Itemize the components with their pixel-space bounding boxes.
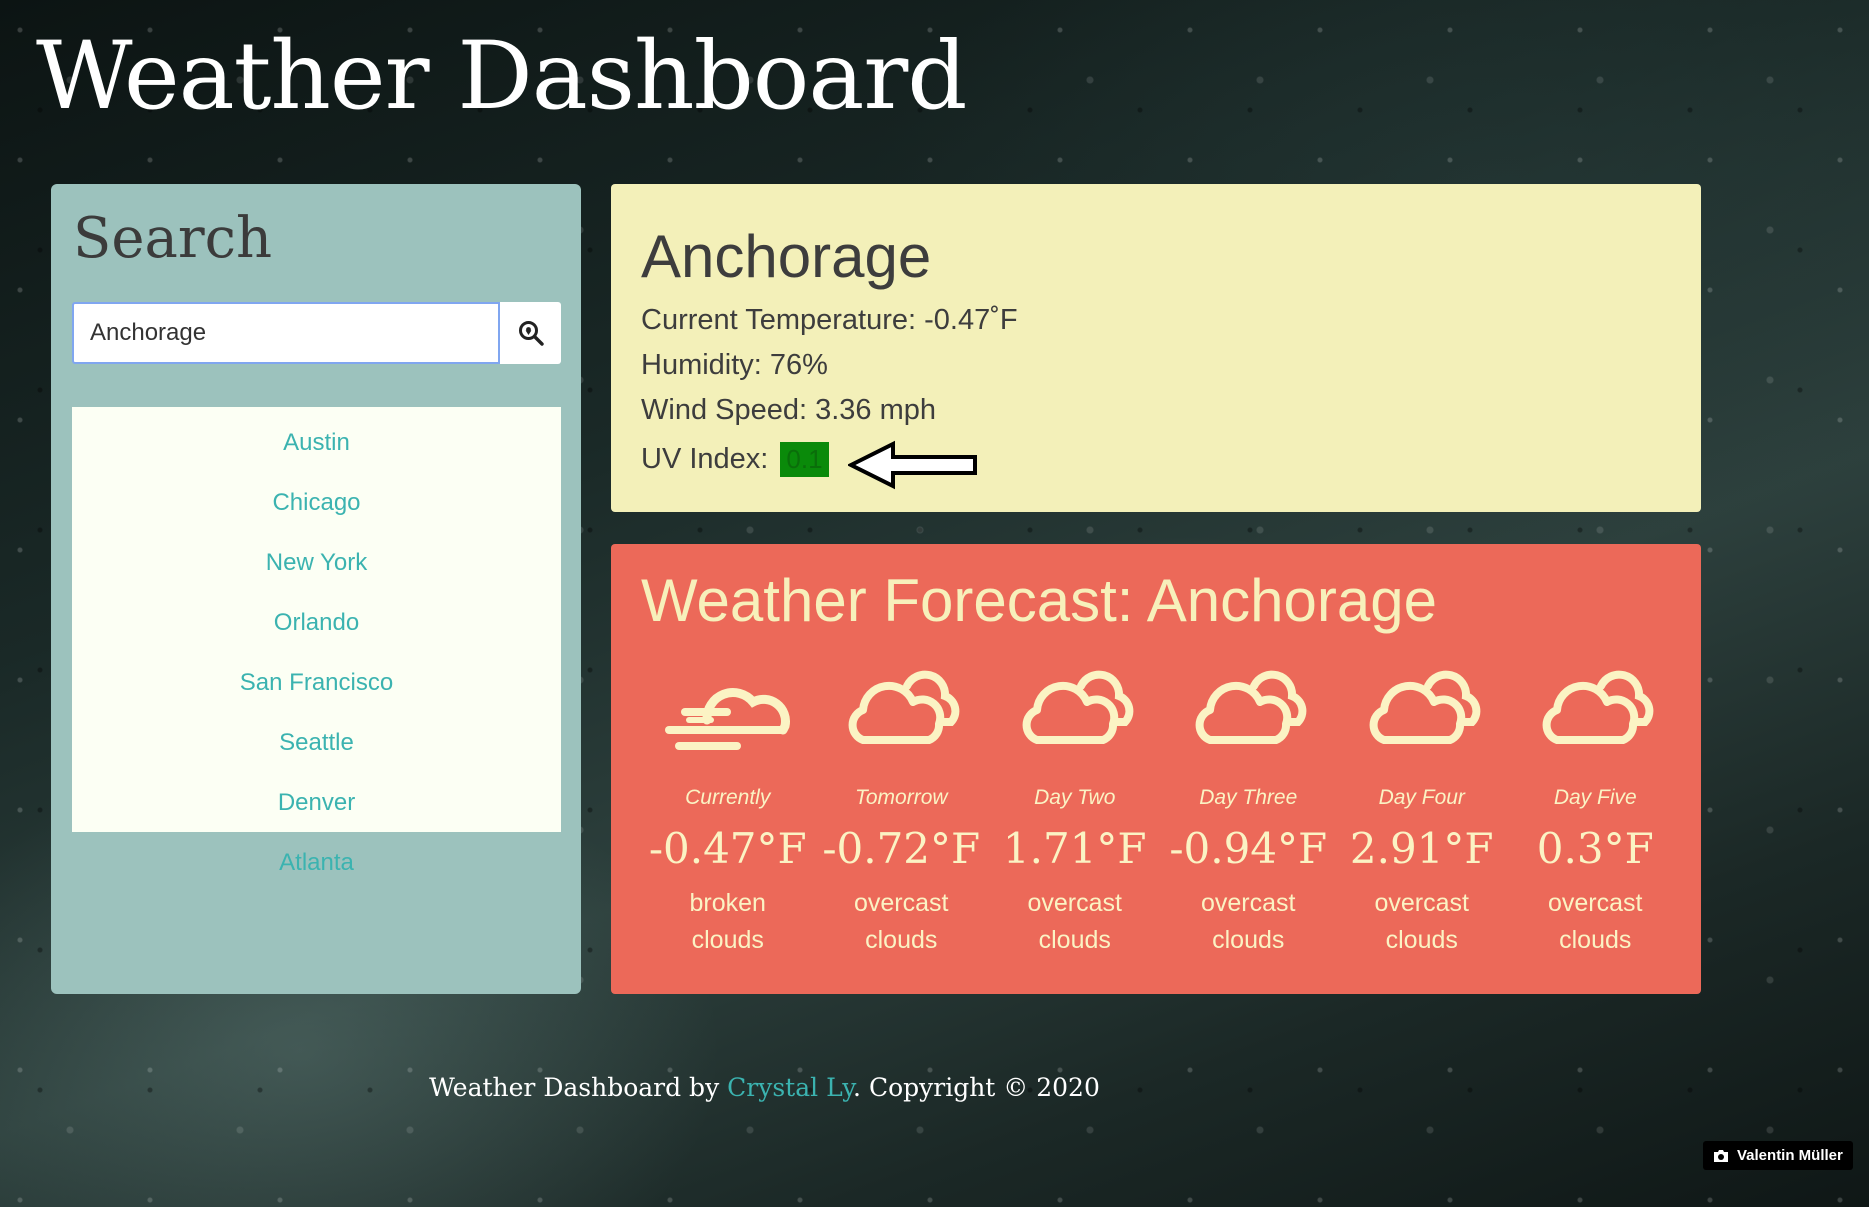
forecast-day-label: Day Two [1034, 786, 1116, 809]
city-item-new-york[interactable]: New York [72, 533, 561, 593]
forecast-day-desc: overcast clouds [1027, 889, 1122, 954]
clouds-icon [1195, 670, 1307, 744]
uv-label: UV Index: [641, 443, 769, 475]
current-weather-card: Anchorage Current Temperature: -0.47˚F H… [611, 184, 1701, 512]
forecast-card: Weather Forecast: Anchorage Currently -0… [611, 544, 1701, 994]
search-heading: Search [73, 206, 273, 271]
search-button[interactable] [500, 302, 561, 364]
search-row [72, 302, 561, 364]
forecast-day-temp: 1.71°F [1002, 824, 1147, 873]
footer-author-link[interactable]: Crystal Ly [727, 1073, 853, 1102]
forecast-day-label: Day Four [1378, 786, 1465, 809]
forecast-title: Weather Forecast: Anchorage [641, 567, 1437, 634]
forecast-day-tomorrow: Tomorrow -0.72°F overcast clouds [815, 664, 989, 959]
uv-index-badge: 0.1 [780, 442, 829, 477]
forecast-day-three: Day Three -0.94°F overcast clouds [1162, 664, 1336, 959]
forecast-day-desc: broken clouds [689, 889, 766, 954]
current-temperature: Current Temperature: -0.47˚F [641, 304, 1018, 336]
forecast-day-desc: overcast clouds [1548, 889, 1643, 954]
city-item-orlando[interactable]: Orlando [72, 593, 561, 653]
forecast-day-label: Currently [685, 786, 771, 809]
current-wind-speed: Wind Speed: 3.36 mph [641, 394, 937, 426]
camera-icon [1714, 1149, 1728, 1162]
fog-cloud-icon [664, 688, 790, 750]
clouds-icon [1542, 670, 1654, 744]
forecast-day-temp: 2.91°F [1349, 824, 1494, 873]
footer: Weather Dashboard by Crystal Ly. Copyrig… [0, 1073, 1699, 1102]
city-list: Austin Chicago New York Orlando San Fran… [72, 407, 561, 876]
photo-credit-badge[interactable]: Valentin Müller [1703, 1141, 1853, 1170]
clouds-icon [1022, 670, 1134, 744]
search-input[interactable] [72, 302, 500, 364]
current-uv-row: UV Index: 0.1 [641, 442, 829, 477]
city-item-chicago[interactable]: Chicago [72, 473, 561, 533]
forecast-day-temp: -0.72°F [822, 824, 981, 873]
forecast-day-label: Day Three [1199, 786, 1298, 809]
clouds-icon [848, 670, 960, 744]
photo-credit-name: Valentin Müller [1737, 1147, 1843, 1164]
forecast-day-temp: -0.94°F [1169, 824, 1328, 873]
forecast-day-five: Day Five 0.3°F overcast clouds [1509, 664, 1683, 959]
forecast-day-currently: Currently -0.47°F broken clouds [641, 664, 815, 959]
forecast-day-label: Day Five [1553, 786, 1637, 809]
city-item-san-francisco[interactable]: San Francisco [72, 653, 561, 713]
site-title: Weather Dashboard [36, 22, 967, 131]
forecast-day-label: Tomorrow [854, 786, 948, 809]
forecast-days: Currently -0.47°F broken clouds Tomorrow… [641, 664, 1682, 959]
forecast-day-desc: overcast clouds [854, 889, 949, 954]
forecast-day-desc: overcast clouds [1374, 889, 1469, 954]
clouds-icon [1369, 670, 1481, 744]
current-humidity: Humidity: 76% [641, 349, 828, 381]
left-arrow-annotation [848, 440, 977, 490]
city-item-seattle[interactable]: Seattle [72, 713, 561, 773]
city-item-denver[interactable]: Denver [72, 773, 561, 833]
city-item-austin[interactable]: Austin [72, 413, 561, 473]
footer-copyright: . Copyright © 2020 [853, 1073, 1100, 1102]
forecast-day-two: Day Two 1.71°F overcast clouds [988, 664, 1162, 959]
current-city-name: Anchorage [641, 223, 932, 290]
forecast-day-temp: -0.47°F [648, 824, 807, 873]
search-panel: Search Austin Chicago New York Orlando S… [51, 184, 581, 994]
forecast-day-four: Day Four 2.91°F overcast clouds [1335, 664, 1509, 959]
footer-prefix: Weather Dashboard by [429, 1073, 728, 1102]
forecast-day-temp: 0.3°F [1536, 824, 1654, 873]
city-item-atlanta[interactable]: Atlanta [72, 833, 561, 893]
forecast-day-desc: overcast clouds [1201, 889, 1296, 954]
search-location-icon [518, 321, 544, 346]
